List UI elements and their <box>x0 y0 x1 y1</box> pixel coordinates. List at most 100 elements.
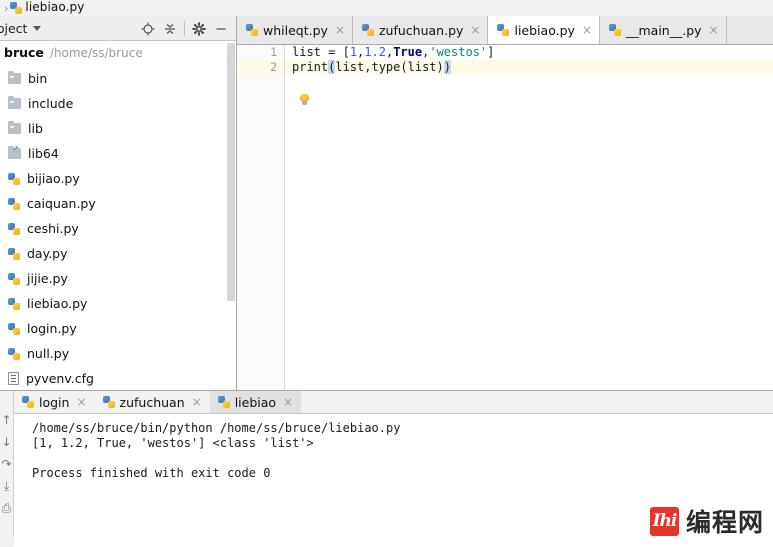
project-tree-scrollbar[interactable] <box>226 43 235 408</box>
scroll-up-icon[interactable]: ↑ <box>1 413 13 426</box>
close-icon[interactable]: × <box>707 24 719 36</box>
tree-item-label: ceshi.py <box>27 221 79 236</box>
tree-item-pyvenv-cfg[interactable]: pyvenv.cfg <box>0 366 225 390</box>
code-token: ) <box>436 60 444 74</box>
tree-item-null-py[interactable]: null.py <box>0 341 225 366</box>
run-tab-login[interactable]: login × <box>14 391 95 413</box>
breadcrumb-label: liebiao.py <box>25 0 85 14</box>
close-icon[interactable]: × <box>333 24 345 36</box>
code-line-2[interactable]: print(list,type(list)) <box>285 60 773 75</box>
console-output-line: [1, 1.2, True, 'westos'] <class 'list'> <box>32 436 314 450</box>
close-icon[interactable]: × <box>580 24 592 36</box>
python-file-icon <box>8 322 20 335</box>
editor-tab-liebiao[interactable]: liebiao.py × <box>488 16 600 44</box>
python-run-icon <box>22 396 34 408</box>
editor-tab-main[interactable]: __main__.py × <box>599 16 727 44</box>
folder-icon <box>8 71 21 84</box>
editor-tab-label: __main__.py <box>625 22 702 38</box>
tree-item-label: lib64 <box>28 146 59 161</box>
code-token: ] <box>487 45 495 59</box>
tree-item-liebiao-py[interactable]: liebiao.py <box>0 291 225 316</box>
run-tab-zufuchuan[interactable]: zufuchuan × <box>94 391 210 413</box>
folder-icon <box>8 121 21 134</box>
run-tab-liebiao[interactable]: liebiao × <box>209 391 302 413</box>
tree-root-name: bruce <box>4 45 44 60</box>
tree-item-lib64[interactable]: lib64 <box>0 141 225 166</box>
config-file-icon <box>8 372 19 385</box>
editor-tab-bar: whileqt.py × zufuchuan.py × liebiao.py ×… <box>237 16 773 45</box>
soft-wrap-icon[interactable]: ↷ <box>1 457 13 470</box>
code-token: 1 <box>349 45 358 59</box>
code-content[interactable]: list = [1,1.2,True,'westos'] print (list,… <box>285 45 773 390</box>
python-file-icon <box>246 24 258 36</box>
run-tab-empty-space <box>301 391 773 413</box>
tree-root-path: /home/ss/bruce <box>49 46 143 60</box>
tree-item-day-py[interactable]: day.py <box>0 241 225 266</box>
breadcrumb-item-liebiao[interactable]: liebiao.py <box>10 0 85 15</box>
tree-item-label: caiquan.py <box>27 196 96 211</box>
code-editor[interactable]: 1 2 list = [1,1.2,True,'westos'] print(l… <box>237 45 773 390</box>
close-icon[interactable]: × <box>281 396 293 408</box>
tab-bar-empty-space <box>726 16 773 44</box>
tree-root-node[interactable]: bruce /home/ss/bruce <box>0 45 225 66</box>
watermark-logo-mark: Ihi <box>649 506 679 536</box>
scrollbar-thumb[interactable] <box>227 43 235 301</box>
run-tab-bar: login × zufuchuan × liebiao × <box>14 391 773 414</box>
console-bottom-strip <box>0 537 14 547</box>
python-file-icon <box>8 197 20 210</box>
tree-item-label: day.py <box>27 246 68 261</box>
watermark-text: 编程网 <box>685 508 764 537</box>
python-file-icon <box>10 2 23 14</box>
line-number: 1 <box>270 45 277 59</box>
tree-item-bijiao-py[interactable]: bijiao.py <box>0 166 225 191</box>
project-panel-toolbar <box>137 16 232 41</box>
python-file-icon <box>8 222 20 235</box>
editor-tab-label: zufuchuan.py <box>379 22 464 38</box>
python-file-icon <box>8 347 20 360</box>
scroll-to-end-icon[interactable]: ⤓ <box>1 479 13 492</box>
close-icon[interactable]: × <box>468 24 480 36</box>
chevron-down-icon[interactable] <box>33 25 42 31</box>
project-panel-title[interactable]: roject <box>0 21 27 36</box>
line-number: 2 <box>237 60 284 75</box>
code-line-1[interactable]: list = [1,1.2,True,'westos'] <box>285 45 773 60</box>
python-run-icon <box>102 396 115 408</box>
close-icon[interactable]: × <box>190 396 202 408</box>
python-file-icon <box>8 297 20 310</box>
tree-item-login-py[interactable]: login.py <box>0 316 225 341</box>
settings-gear-icon[interactable] <box>188 18 210 40</box>
close-icon[interactable]: × <box>74 396 86 408</box>
tree-item-ceshi-py[interactable]: ceshi.py <box>0 216 225 241</box>
locate-icon[interactable] <box>137 18 159 40</box>
tree-item-jijie-py[interactable]: jijie.py <box>0 266 225 291</box>
console-output-line: /home/ss/bruce/bin/python /home/ss/bruce… <box>32 421 401 435</box>
scroll-down-icon[interactable]: ↓ <box>1 435 13 448</box>
collapse-all-icon[interactable] <box>159 18 181 40</box>
project-file-tree[interactable]: bruce /home/ss/bruce bin include lib lib… <box>0 42 225 390</box>
toolbar-divider <box>184 21 185 36</box>
tree-item-bin[interactable]: bin <box>0 66 225 91</box>
editor-tab-whileqt[interactable]: whileqt.py × <box>237 16 353 44</box>
tree-item-label: jijie.py <box>27 271 68 286</box>
run-tab-label: zufuchuan <box>119 394 185 410</box>
editor-tab-zufuchuan[interactable]: zufuchuan.py × <box>353 16 489 44</box>
code-token: print <box>292 60 329 74</box>
editor-gutter[interactable]: 1 2 <box>237 45 285 390</box>
watermark: Ihi 编程网 <box>649 503 764 539</box>
editor-tab-label: whileqt.py <box>263 22 328 38</box>
python-file-icon <box>362 24 374 36</box>
code-token: list <box>292 45 329 59</box>
tree-item-lib[interactable]: lib <box>0 116 225 141</box>
run-tab-label: login <box>39 394 70 410</box>
intention-bulb-icon[interactable] <box>299 94 310 106</box>
editor-tab-label: liebiao.py <box>514 22 575 38</box>
hide-panel-icon[interactable] <box>210 18 232 40</box>
code-token: [ <box>342 45 350 59</box>
tree-item-include[interactable]: include <box>0 91 225 116</box>
code-token: list,type <box>335 60 401 74</box>
tree-item-caiquan-py[interactable]: caiquan.py <box>0 191 225 216</box>
pycharm-window: › liebiao.py roject <box>0 0 773 547</box>
project-panel-header: roject <box>0 16 236 41</box>
code-token: list <box>407 60 437 74</box>
print-icon[interactable]: ⎙ <box>1 501 13 514</box>
